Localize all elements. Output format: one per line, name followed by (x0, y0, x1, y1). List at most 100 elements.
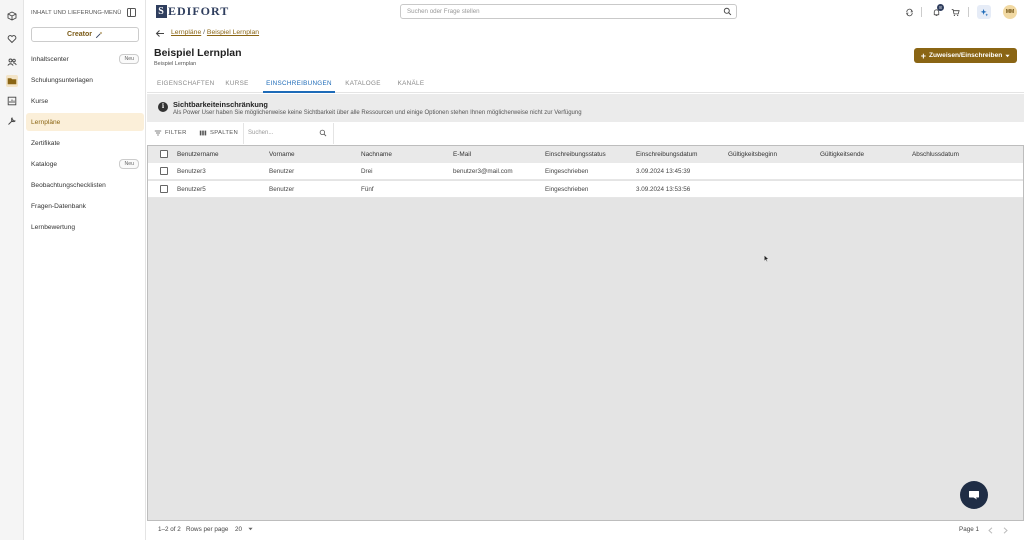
tab-bar: EIGENSCHAFTEN KURSE EINSCHREIBUNGEN KATA… (147, 75, 1024, 93)
tools-icon[interactable] (6, 115, 18, 127)
grid-search-input[interactable]: Suchen... (243, 123, 334, 144)
rows-per-page-select[interactable]: 20 (235, 526, 253, 533)
columns-button[interactable]: SPALTEN (199, 129, 238, 137)
column-header[interactable]: Gültigkeitsende (820, 146, 864, 163)
assign-enroll-button[interactable]: + Zuweisen/Einschreiben (914, 48, 1017, 63)
column-header[interactable]: Einschreibungsstatus (545, 146, 606, 163)
caret-down-icon (1005, 54, 1010, 57)
global-search-input[interactable]: Suchen oder Frage stellen (400, 4, 737, 19)
header-divider (968, 7, 969, 17)
new-badge: Neu (119, 54, 139, 64)
sidebar-item-label: Beobachtungschecklisten (31, 181, 106, 189)
pagination-range: 1–2 of 2 (158, 526, 181, 533)
column-header[interactable]: Einschreibungsdatum (636, 146, 697, 163)
sidebar-header: INHALT UND LIEFERUNG-MENÜ (31, 10, 122, 16)
sidebar: INHALT UND LIEFERUNG-MENÜ Creator Inhalt… (24, 0, 146, 540)
cell-enroll-date: 3.09.2024 13:45:39 (636, 168, 691, 175)
sidebar-item-label: Zertifikate (31, 139, 60, 147)
cube-icon[interactable] (6, 10, 18, 22)
chat-icon (969, 491, 979, 500)
cell-username: Benutzer5 (177, 186, 206, 193)
info-icon: i (158, 102, 168, 112)
assign-enroll-label: Zuweisen/Einschreiben (928, 52, 1003, 59)
table-row[interactable]: Benutzer3 Benutzer Drei benutzer3@mail.c… (148, 163, 1023, 180)
tab-kataloge[interactable]: KATALOGE (345, 75, 381, 93)
icon-rail (0, 0, 24, 540)
ai-assistant-button[interactable] (977, 5, 991, 19)
sidebar-item-kataloge[interactable]: Kataloge Neu (26, 155, 144, 173)
select-all-checkbox[interactable] (160, 150, 168, 158)
users-icon[interactable] (6, 56, 18, 68)
global-search-placeholder: Suchen oder Frage stellen (407, 8, 480, 15)
creator-button[interactable]: Creator (31, 27, 139, 42)
sidebar-item-label: Fragen-Datenbank (31, 202, 86, 210)
row-checkbox[interactable] (160, 185, 168, 193)
page-subtitle: Beispiel Lernplan (154, 61, 197, 67)
tab-kurse[interactable]: KURSE (224, 75, 250, 93)
back-arrow-icon[interactable] (155, 29, 165, 38)
tab-einschreibungen[interactable]: EINSCHREIBUNGEN (263, 75, 335, 93)
sidebar-item-label: Kataloge (31, 160, 58, 168)
columns-icon (199, 130, 207, 136)
cell-firstname: Benutzer (269, 168, 295, 175)
chat-button[interactable] (960, 481, 988, 509)
folder-icon[interactable] (6, 75, 18, 87)
sidebar-item-label: Kurse (31, 97, 49, 105)
breadcrumb-link-current[interactable]: Beispiel Lernplan (207, 29, 259, 36)
plus-icon: + (920, 50, 926, 61)
tab-eigenschaften[interactable]: EIGENSCHAFTEN (157, 75, 214, 93)
heart-icon[interactable] (6, 33, 18, 45)
sidebar-item-label: Lernbewertung (31, 223, 75, 231)
cell-status: Eingeschrieben (545, 186, 589, 193)
sidebar-item-label: Inhaltscenter (31, 55, 69, 63)
sidebar-item-lernbewertung[interactable]: Lernbewertung (26, 218, 144, 236)
column-header[interactable]: Nachname (361, 146, 392, 163)
sidebar-item-beobachtungschecklisten[interactable]: Beobachtungschecklisten (26, 176, 144, 194)
row-checkbox[interactable] (160, 167, 168, 175)
cell-status: Eingeschrieben (545, 168, 589, 175)
breadcrumb-link-lernplaene[interactable]: Lernpläne (171, 29, 201, 36)
chevron-left-icon[interactable] (988, 527, 993, 534)
column-header[interactable]: Abschlussdatum (912, 146, 959, 163)
sidebar-item-fragen-datenbank[interactable]: Fragen-Datenbank (26, 197, 144, 215)
cell-enroll-date: 3.09.2024 13:53:56 (636, 186, 691, 193)
page-title: Beispiel Lernplan (154, 47, 242, 59)
chevron-right-icon[interactable] (1003, 527, 1008, 534)
sidebar-item-zertifikate[interactable]: Zertifikate (26, 134, 144, 152)
table-row[interactable]: Benutzer5 Benutzer Fünf Eingeschrieben 3… (148, 181, 1023, 198)
alert-text: Als Power User haben Sie möglicherweise … (173, 110, 582, 116)
cell-firstname: Benutzer (269, 186, 295, 193)
magic-wand-icon (95, 31, 103, 38)
report-icon[interactable] (6, 95, 18, 107)
sync-icon[interactable] (904, 7, 914, 17)
column-header[interactable]: Gültigkeitsbeginn (728, 146, 777, 163)
alert-title: Sichtbarkeiteinschränkung (173, 100, 268, 109)
search-icon[interactable] (723, 7, 732, 16)
column-header[interactable]: E-Mail (453, 146, 471, 163)
sparkle-icon (980, 8, 988, 16)
search-icon (319, 129, 327, 137)
tab-kanaele[interactable]: KANÄLE (397, 75, 425, 93)
column-header[interactable]: Vorname (269, 146, 295, 163)
rows-per-page-label: Rows per page (186, 526, 229, 533)
cell-username: Benutzer3 (177, 168, 206, 175)
sidebar-toggle-icon[interactable] (127, 8, 136, 17)
column-header[interactable]: Benutzername (177, 146, 219, 163)
cart-icon[interactable] (950, 7, 960, 17)
sidebar-item-inhaltscenter[interactable]: Inhaltscenter Neu (26, 50, 144, 68)
sidebar-item-schulungsunterlagen[interactable]: Schulungsunterlagen (26, 71, 144, 89)
grid-toolbar: FILTER SPALTEN Suchen... (147, 123, 1024, 144)
logo[interactable]: S EDIFORT (156, 4, 229, 19)
header-divider (921, 7, 922, 17)
cell-lastname: Drei (361, 168, 373, 175)
filter-button[interactable]: FILTER (154, 129, 187, 137)
grid-search-placeholder: Suchen... (248, 130, 274, 136)
mouse-cursor-icon (764, 255, 769, 262)
page-indicator: Page 1 (959, 526, 979, 533)
enrollments-grid: Benutzername Vorname Nachname E-Mail Ein… (147, 145, 1024, 521)
cell-email: benutzer3@mail.com (453, 168, 513, 175)
sidebar-item-lernplaene[interactable]: Lernpläne (26, 113, 144, 131)
sidebar-item-label: Schulungsunterlagen (31, 76, 93, 84)
avatar[interactable]: MM (1003, 5, 1017, 19)
sidebar-item-kurse[interactable]: Kurse (26, 92, 144, 110)
